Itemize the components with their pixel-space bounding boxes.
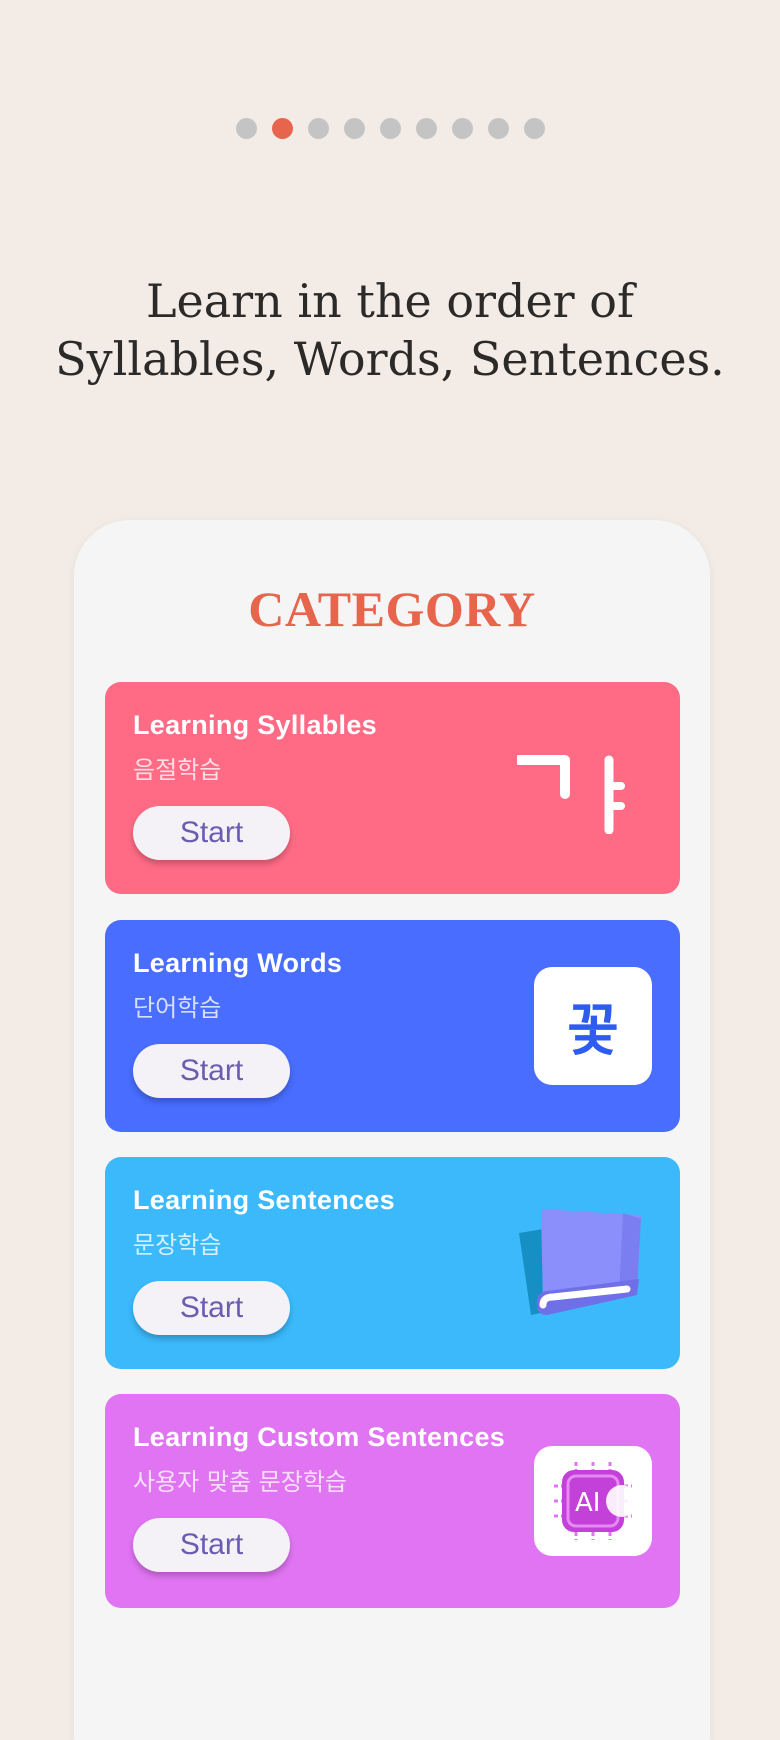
onboarding-headline: Learn in the order of Syllables, Words, … bbox=[0, 272, 780, 388]
start-button[interactable]: Start bbox=[133, 1044, 290, 1098]
syllable-ga-icon bbox=[514, 754, 627, 838]
ai-chip-icon: AI bbox=[534, 1446, 652, 1556]
start-button[interactable]: Start bbox=[133, 806, 290, 860]
word-flower-glyph: 꽃 bbox=[567, 998, 619, 1064]
page-dot[interactable] bbox=[451, 118, 473, 139]
card-learning-sentences[interactable]: Learning Sentences 문장학습 Start bbox=[105, 1157, 680, 1369]
card-title: Learning Syllables bbox=[133, 710, 377, 740]
card-learning-syllables[interactable]: Learning Syllables 음절학습 Start bbox=[105, 682, 680, 894]
category-title: CATEGORY bbox=[248, 581, 536, 637]
page-dot[interactable] bbox=[379, 118, 401, 139]
start-button[interactable]: Start bbox=[133, 1281, 290, 1335]
page-dot[interactable] bbox=[307, 118, 329, 139]
card-subtitle: 문장학습 bbox=[133, 1231, 222, 1259]
page-indicator bbox=[0, 118, 780, 139]
card-subtitle: 단어학습 bbox=[133, 994, 222, 1022]
card-subtitle: 음절학습 bbox=[133, 756, 222, 784]
page-dot[interactable] bbox=[235, 118, 257, 139]
card-learning-words[interactable]: Learning Words 단어학습 Start 꽃 bbox=[105, 920, 680, 1132]
card-subtitle: 사용자 맞춤 문장학습 bbox=[133, 1468, 347, 1496]
books-icon bbox=[513, 1197, 653, 1331]
page-dot[interactable] bbox=[343, 118, 365, 139]
card-learning-custom-sentences[interactable]: Learning Custom Sentences 사용자 맞춤 문장학습 St… bbox=[105, 1394, 680, 1608]
page-dot-active[interactable] bbox=[271, 118, 293, 139]
card-title: Learning Words bbox=[133, 948, 343, 978]
page-dot[interactable] bbox=[415, 118, 437, 139]
page-dot[interactable] bbox=[487, 118, 509, 139]
headline-line-1: Learn in the order of bbox=[145, 274, 635, 328]
category-panel: CATEGORY Learning Syllables 음절학습 Start L… bbox=[74, 520, 710, 1740]
ai-chip-label: AI bbox=[575, 1488, 600, 1518]
card-title: Learning Sentences bbox=[133, 1185, 395, 1215]
card-title: Learning Custom Sentences bbox=[133, 1422, 506, 1452]
word-flower-icon: 꽃 bbox=[534, 967, 652, 1085]
headline-line-2: Syllables, Words, Sentences. bbox=[55, 332, 725, 386]
page-dot[interactable] bbox=[523, 118, 545, 139]
start-button[interactable]: Start bbox=[133, 1518, 290, 1572]
